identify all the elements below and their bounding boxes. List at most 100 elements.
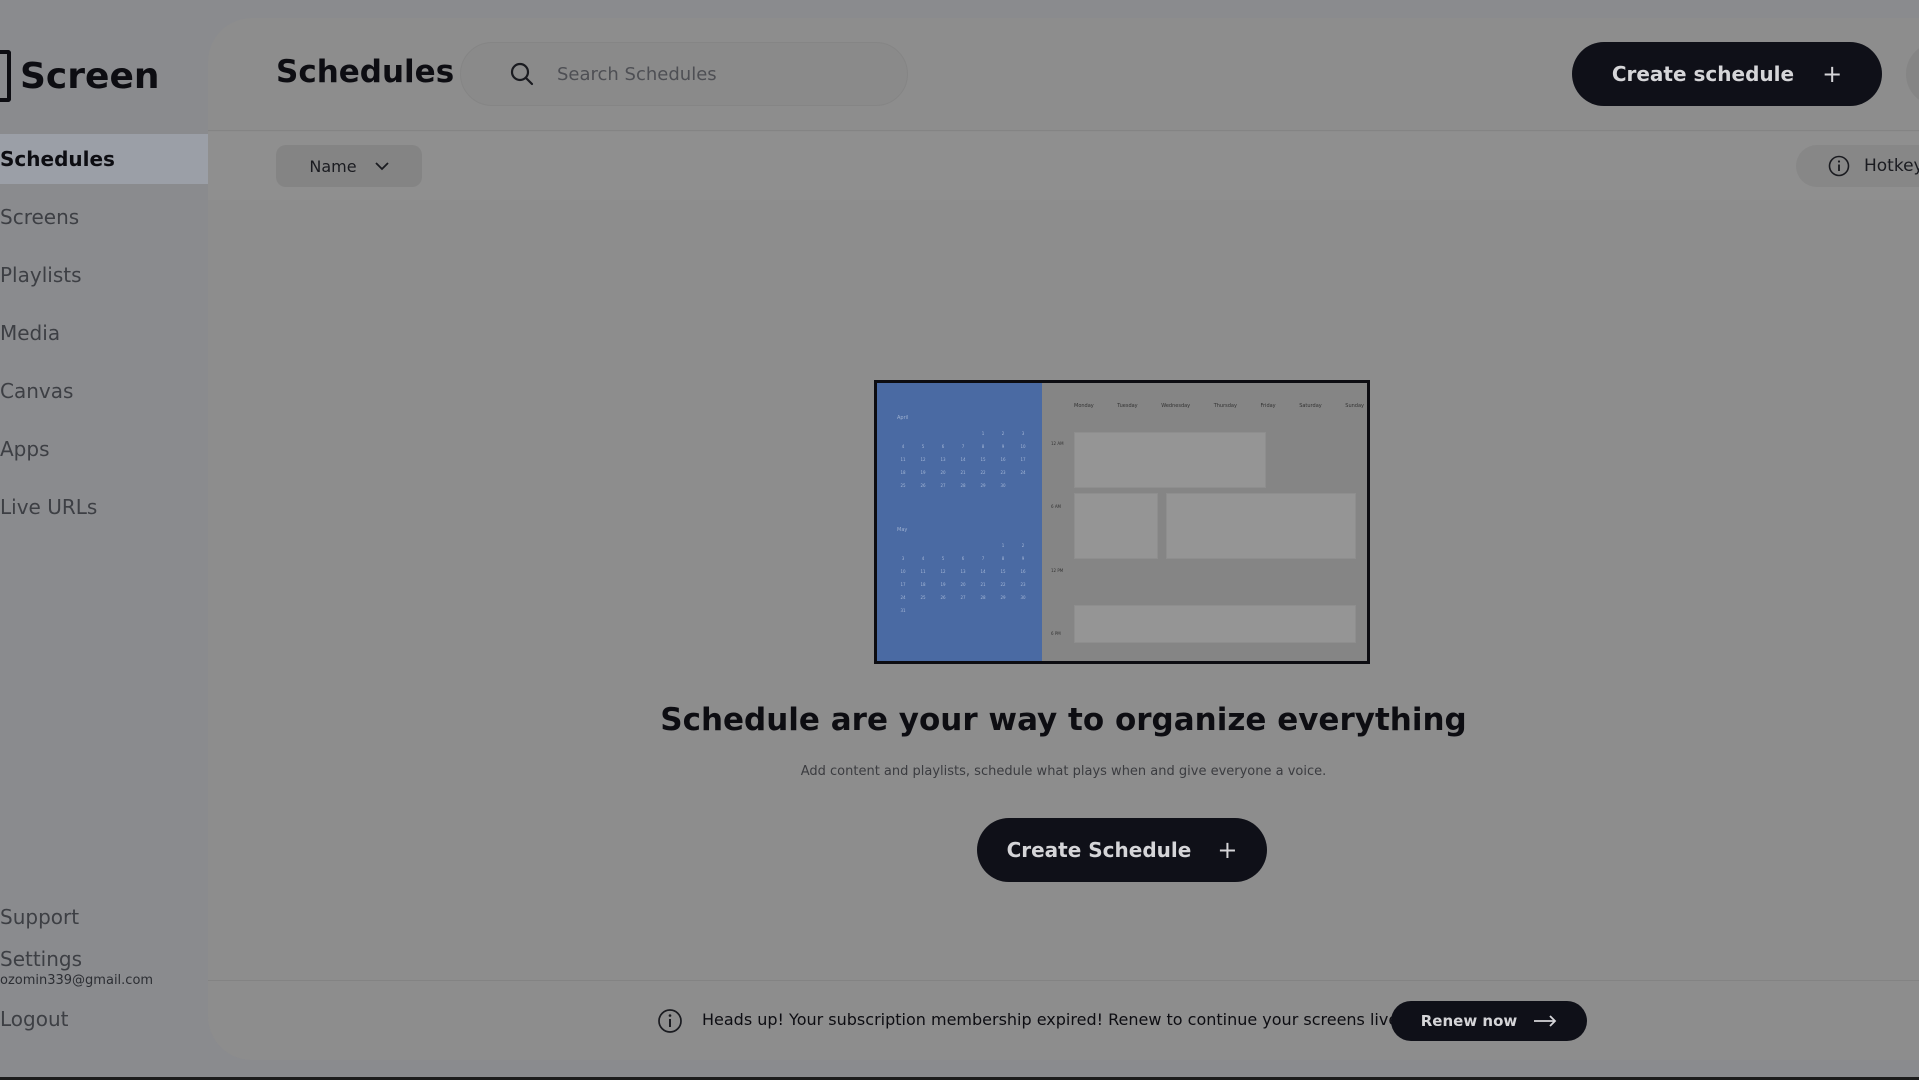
calendar-day [893, 431, 913, 436]
calendar-day: 4 [901, 444, 905, 449]
calendar-day: 21 [960, 470, 966, 475]
calendar-day: 11 [920, 569, 926, 574]
calendar-day: 1 [981, 431, 985, 436]
calendar-day: 22 [980, 470, 986, 475]
calendar-day: 26 [940, 595, 946, 600]
calendar-day: 10 [900, 569, 906, 574]
calendar-day: 2 [1001, 431, 1005, 436]
calendar-day: 20 [940, 470, 946, 475]
filter-bar: Name Hotkeys [208, 132, 1919, 200]
calendar-day: 15 [980, 457, 986, 462]
sidebar-item-canvas[interactable]: Canvas [0, 366, 208, 416]
sort-dropdown[interactable]: Name [276, 145, 422, 187]
arrow-right-icon [1533, 1015, 1557, 1027]
calendar-day: 16 [1000, 457, 1006, 462]
create-schedule-button[interactable]: Create schedule + [1572, 42, 1882, 106]
calendar-day: 20 [960, 582, 966, 587]
weekday-label: Wednesday [1161, 403, 1191, 409]
calendar-day: 28 [960, 483, 966, 488]
empty-state-subtitle: Add content and playlists, schedule what… [800, 764, 1327, 779]
create-schedule-label: Create schedule [1611, 62, 1795, 86]
calendar-day [933, 543, 953, 548]
april-day-grid: 1 2 3 4 5 6 7 8 9 10 11 12 13 14 15 16 17 18 19 20 21 22 23 24 2… [893, 431, 1033, 488]
time-label: 6 AM [1051, 504, 1062, 509]
page-title: Schedules [276, 54, 455, 90]
weekday-header: Monday Tuesday Wednesday Thursday Friday Satu… [1074, 403, 1364, 409]
calendar-day: 4 [921, 556, 925, 561]
calendar-day: 8 [981, 444, 985, 449]
logout-link[interactable]: Logout [0, 1007, 68, 1031]
sidebar-item-schedules[interactable]: Schedules [0, 134, 208, 184]
calendar-day: 6 [961, 556, 965, 561]
support-link[interactable]: Support [0, 905, 79, 929]
calendar-day: 12 [940, 569, 946, 574]
calendar-day: 30 [1020, 595, 1026, 600]
search-box[interactable] [460, 42, 908, 106]
mini-calendar: April 1 2 3 4 5 6 7 8 9 10 11 12 13 14 15 16 17 18 19 20 21 2… [877, 383, 1042, 661]
profile-button[interactable] [1906, 42, 1919, 106]
calendar-day: 2 [1021, 543, 1025, 548]
week-view: Monday Tuesday Wednesday Thursday Friday Satu… [1042, 383, 1367, 661]
calendar-day: 24 [1020, 470, 1026, 475]
search-input[interactable] [557, 63, 877, 85]
calendar-day: 10 [1020, 444, 1026, 449]
calendar-day: 14 [960, 457, 966, 462]
calendar-day: 13 [960, 569, 966, 574]
calendar-day: 22 [1000, 582, 1006, 587]
calendar-day: 18 [920, 582, 926, 587]
time-label: 6 PM [1051, 631, 1061, 636]
calendar-day: 29 [1000, 595, 1006, 600]
hotkeys-label: Hotkeys [1864, 156, 1919, 176]
calendar-day: 7 [961, 444, 965, 449]
calendar-day: 7 [981, 556, 985, 561]
calendar-day: 13 [940, 457, 946, 462]
weekday-label: Tuesday [1117, 403, 1138, 409]
calendar-day: 9 [1021, 556, 1025, 561]
info-icon [657, 1008, 683, 1034]
calendar-day: 5 [921, 444, 925, 449]
calendar-day [893, 543, 913, 548]
weekday-label: Sunday [1345, 403, 1364, 409]
renew-now-button[interactable]: Renew now [1391, 1001, 1587, 1041]
sort-label: Name [309, 156, 357, 176]
calendar-day: 12 [920, 457, 926, 462]
calendar-day: 17 [1020, 457, 1026, 462]
calendar-day: 3 [901, 556, 905, 561]
sidebar-item-screens[interactable]: Screens [0, 192, 208, 242]
calendar-day: 30 [1000, 483, 1006, 488]
banner-message: Heads up! Your subscription membership e… [702, 1010, 1404, 1029]
sidebar-item-apps[interactable]: Apps [0, 424, 208, 474]
calendar-day: 27 [940, 483, 946, 488]
brand-name: Screen [20, 55, 160, 97]
calendar-day: 17 [900, 582, 906, 587]
sidebar-item-playlists[interactable]: Playlists [0, 250, 208, 300]
logo-mark-icon [0, 50, 11, 102]
calendar-day: 11 [900, 457, 906, 462]
hotkeys-button[interactable]: Hotkeys [1796, 145, 1919, 187]
sidebar-item-media[interactable]: Media [0, 308, 208, 358]
calendar-day: 15 [1000, 569, 1006, 574]
calendar-day: 21 [980, 582, 986, 587]
calendar-day: 27 [960, 595, 966, 600]
renew-now-label: Renew now [1420, 1012, 1518, 1030]
empty-state-illustration: April 1 2 3 4 5 6 7 8 9 10 11 12 13 14 15 16 17 18 19 20 21 2… [874, 380, 1370, 664]
schedule-block [1074, 432, 1266, 488]
calendar-day: 14 [980, 569, 986, 574]
calendar-day [953, 543, 973, 548]
calendar-day: 23 [1000, 470, 1006, 475]
create-schedule-cta-button[interactable]: Create Schedule + [977, 818, 1267, 882]
settings-link[interactable]: Settings [0, 947, 82, 971]
subscription-banner: Heads up! Your subscription membership e… [208, 980, 1919, 1060]
calendar-day: 25 [900, 483, 906, 488]
create-schedule-cta-label: Create Schedule [1006, 838, 1192, 862]
calendar-day: 9 [1001, 444, 1005, 449]
logo[interactable]: Screen [0, 50, 159, 102]
calendar-day: 25 [920, 595, 926, 600]
sidebar-item-live-urls[interactable]: Live URLs [0, 482, 208, 532]
calendar-day: 28 [980, 595, 986, 600]
sidebar: Screen Schedules Screens Playlists Media… [0, 0, 208, 1080]
weekday-label: Friday [1260, 403, 1276, 409]
time-label: 12 AM [1051, 441, 1064, 446]
calendar-day: 3 [1021, 431, 1025, 436]
time-label: 12 PM [1051, 568, 1064, 573]
